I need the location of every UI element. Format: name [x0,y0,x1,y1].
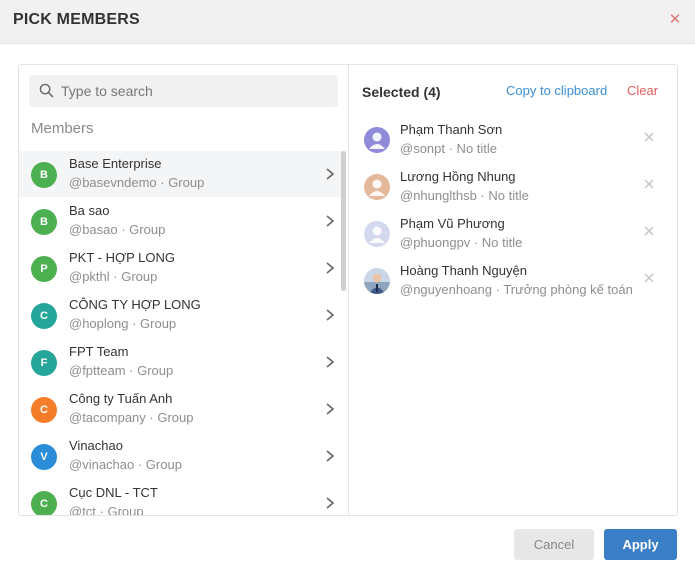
search-icon [39,83,54,98]
dialog-header: PICK MEMBERS ✕ [0,0,695,44]
member-handle: @tacompany · Group [69,410,194,425]
selected-pane: Selected (4) Copy to clipboard Clear Phạ… [350,65,677,515]
cancel-button[interactable]: Cancel [514,529,594,560]
selected-member-row: Phạm Vũ Phương @phuongpv · No title [350,212,677,259]
member-row[interactable]: B Base Enterprise @basevndemo · Group [19,151,341,197]
remove-icon[interactable] [642,130,656,144]
member-handle: @basevndemo · Group [69,175,205,190]
member-handle: @tct · Group [69,504,144,515]
selected-member-handle: @nguyenhoang · Trưởng phòng kế toán [400,282,633,297]
selected-member-row: Lương Hồng Nhung @nhunglthsb · No title [350,165,677,212]
member-name: FPT Team [69,344,129,359]
search-box[interactable] [29,75,338,107]
default-avatar-icon [364,174,390,200]
apply-button[interactable]: Apply [604,529,677,560]
member-name: Base Enterprise [69,156,162,171]
chevron-right-icon[interactable] [325,167,335,181]
close-icon[interactable]: ✕ [668,12,682,28]
selected-member-row: Hoàng Thanh Nguyện @nguyenhoang · Trưởng … [350,259,677,306]
member-handle: @pkthl · Group [69,269,158,284]
chevron-right-icon[interactable] [325,261,335,275]
chevron-right-icon[interactable] [325,355,335,369]
member-avatar: C [31,303,57,329]
member-avatar: B [31,162,57,188]
selected-member-name: Phạm Vũ Phương [400,216,505,231]
scrollbar-thumb[interactable] [341,151,346,291]
default-avatar-icon [364,221,390,247]
members-list: B Base Enterprise @basevndemo · Group B Ba s… [19,151,341,515]
member-row[interactable]: B Ba sao @basao · Group [19,198,341,244]
remove-icon[interactable] [642,177,656,191]
selected-member-handle: @phuongpv · No title [400,235,523,250]
member-handle: @hoplong · Group [69,316,177,331]
member-name: Ba sao [69,203,110,218]
chevron-right-icon[interactable] [325,402,335,416]
member-name: Vinachao [69,438,123,453]
selected-title: Selected (4) [362,84,441,100]
dialog-title: PICK MEMBERS [13,11,140,28]
selected-member-row: Phạm Thanh Sơn @sonpt · No title [350,118,677,165]
member-row[interactable]: C Cục DNL - TCT @tct · Group [19,480,341,515]
member-handle: @basao · Group [69,222,166,237]
member-name: CÔNG TY HỢP LONG [69,297,201,312]
member-handle: @vinachao · Group [69,457,182,472]
remove-icon[interactable] [642,271,656,285]
member-row[interactable]: P PKT - HỢP LONG @pkthl · Group [19,245,341,291]
clear-link[interactable]: Clear [627,83,658,98]
member-avatar: V [31,444,57,470]
selected-member-handle: @sonpt · No title [400,141,498,156]
selected-member-name: Lương Hồng Nhung [400,169,516,184]
chevron-right-icon[interactable] [325,496,335,510]
member-row[interactable]: C Công ty Tuấn Anh @tacompany · Group [19,386,341,432]
member-row[interactable]: C CÔNG TY HỢP LONG @hoplong · Group [19,292,341,338]
chevron-right-icon[interactable] [325,308,335,322]
selected-member-handle: @nhunglthsb · No title [400,188,529,203]
chevron-right-icon[interactable] [325,449,335,463]
member-handle: @fptteam · Group [69,363,174,378]
member-avatar: P [31,256,57,282]
member-avatar: F [31,350,57,376]
member-row[interactable]: F FPT Team @fptteam · Group [19,339,341,385]
remove-icon[interactable] [642,224,656,238]
pick-members-dialog: PICK MEMBERS ✕ Members B Base Enterprise @… [0,0,695,577]
members-pane: Members B Base Enterprise @basevndemo · Gr… [19,65,349,515]
members-scrollbar[interactable] [341,151,347,515]
avatar [364,268,390,294]
default-avatar-icon [364,127,390,153]
member-name: PKT - HỢP LONG [69,250,176,265]
member-row[interactable]: V Vinachao @vinachao · Group [19,433,341,479]
search-input[interactable] [61,75,331,107]
member-avatar: B [31,209,57,235]
member-avatar: C [31,397,57,423]
member-name: Công ty Tuấn Anh [69,391,173,406]
members-label: Members [31,120,94,137]
copy-to-clipboard-link[interactable]: Copy to clipboard [506,83,607,98]
selected-member-name: Phạm Thanh Sơn [400,122,503,137]
member-avatar: C [31,491,57,515]
picker-panel: Members B Base Enterprise @basevndemo · Gr… [18,64,678,516]
member-name: Cục DNL - TCT [69,485,158,500]
chevron-right-icon[interactable] [325,214,335,228]
selected-member-name: Hoàng Thanh Nguyện [400,263,527,278]
